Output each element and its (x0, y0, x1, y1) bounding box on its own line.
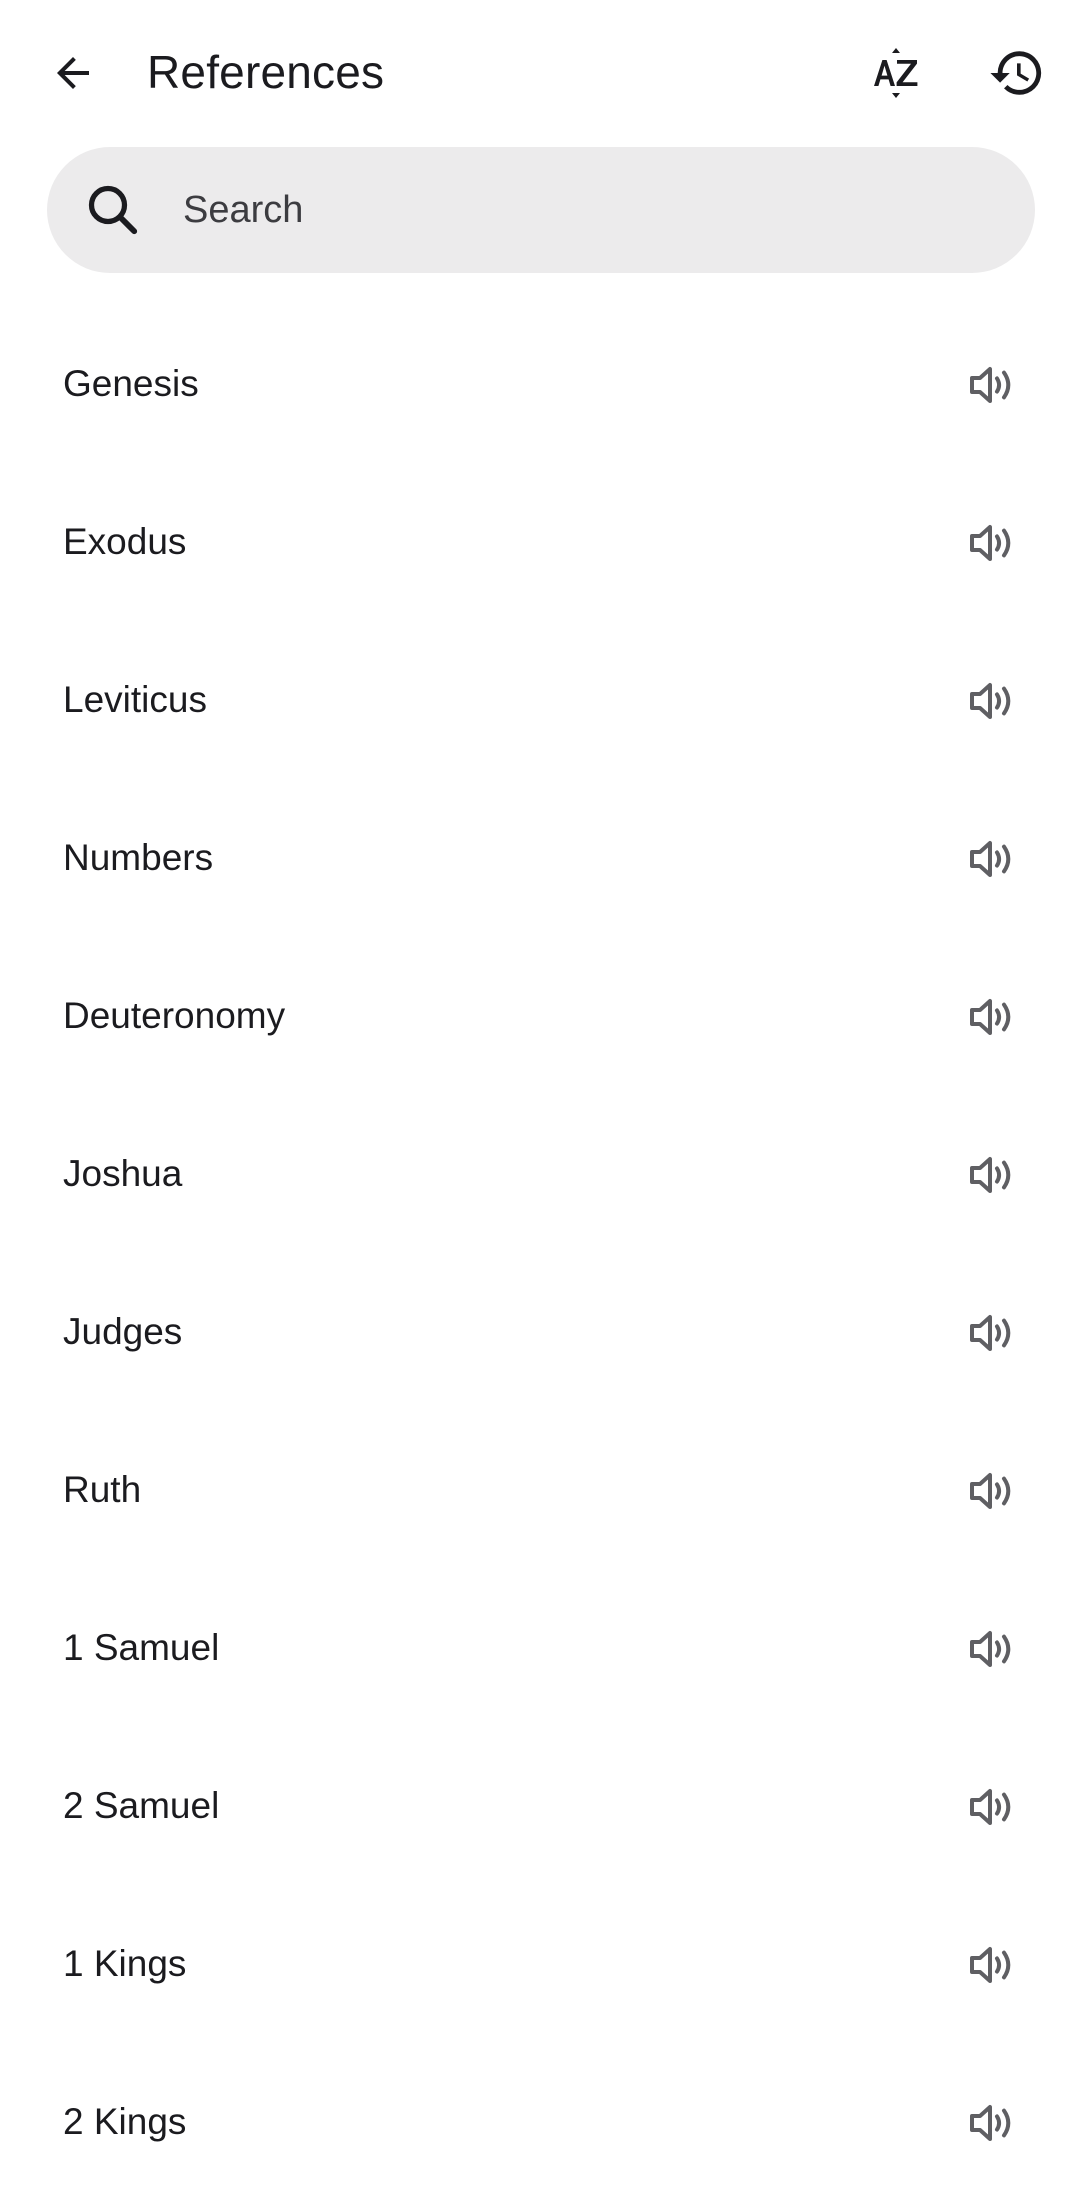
book-label: Joshua (63, 1153, 183, 1194)
list-item[interactable]: Ruth (0, 1412, 1080, 1570)
book-label: 1 Kings (63, 1943, 187, 1984)
page-title: References (147, 46, 385, 98)
list-item[interactable]: Exodus (0, 464, 1080, 622)
book-label: 1 Samuel (63, 1627, 220, 1668)
book-label: Leviticus (63, 679, 207, 720)
history-button[interactable] (980, 36, 1054, 110)
book-label: Ruth (63, 1469, 142, 1510)
search-icon (88, 185, 138, 235)
book-label: Genesis (63, 363, 199, 404)
references-screen: References Genesis Exodus Leviticus (0, 0, 1080, 2202)
speaker-icon[interactable] (968, 1468, 1020, 1514)
list-item[interactable]: 1 Kings (0, 1886, 1080, 2044)
search-bar[interactable] (47, 147, 1035, 273)
search-input[interactable] (183, 147, 1003, 273)
top-app-bar: References (0, 0, 1080, 146)
list-item[interactable]: 2 Kings (0, 2044, 1080, 2202)
speaker-icon[interactable] (968, 1310, 1020, 1356)
list-item[interactable]: Genesis (0, 306, 1080, 464)
book-label: 2 Kings (63, 2101, 187, 2142)
list-item[interactable]: 2 Samuel (0, 1728, 1080, 1886)
back-button[interactable] (38, 38, 108, 108)
speaker-icon[interactable] (968, 1942, 1020, 1988)
books-list: Genesis Exodus Leviticus Numbers Deutero… (0, 306, 1080, 2202)
list-item[interactable]: Numbers (0, 780, 1080, 938)
history-icon (990, 51, 1042, 95)
speaker-icon[interactable] (968, 362, 1020, 408)
list-item[interactable]: Judges (0, 1254, 1080, 1412)
book-label: 2 Samuel (63, 1785, 220, 1826)
book-label: Numbers (63, 837, 214, 878)
speaker-icon[interactable] (968, 1784, 1020, 1830)
arrow-back-icon (57, 57, 89, 89)
book-label: Exodus (63, 521, 187, 562)
book-label: Deuteronomy (63, 995, 286, 1036)
speaker-icon[interactable] (968, 678, 1020, 724)
list-item[interactable]: Deuteronomy (0, 938, 1080, 1096)
speaker-icon[interactable] (968, 1152, 1020, 1198)
list-item[interactable]: 1 Samuel (0, 1570, 1080, 1728)
sort-az-button[interactable] (856, 38, 936, 108)
speaker-icon[interactable] (968, 520, 1020, 566)
speaker-icon[interactable] (968, 836, 1020, 882)
speaker-icon[interactable] (968, 994, 1020, 1040)
book-label: Judges (63, 1311, 183, 1352)
list-item[interactable]: Leviticus (0, 622, 1080, 780)
speaker-icon[interactable] (968, 2100, 1020, 2146)
speaker-icon[interactable] (968, 1626, 1020, 1672)
list-item[interactable]: Joshua (0, 1096, 1080, 1254)
sort-az-icon (874, 48, 918, 98)
